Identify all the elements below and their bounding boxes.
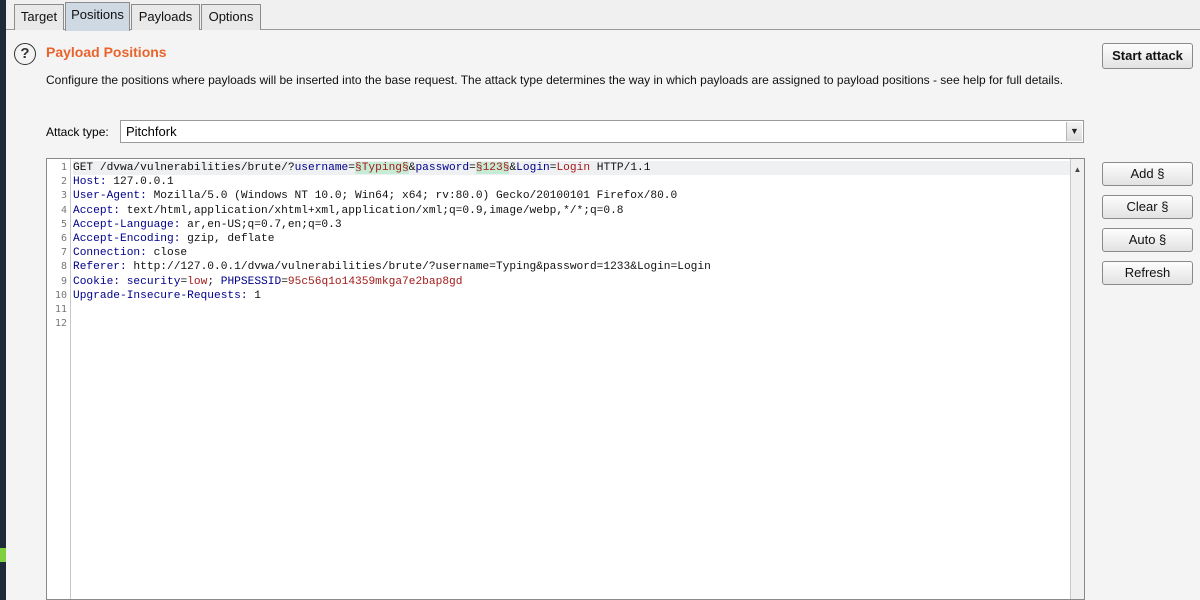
equals-sign: = [469, 162, 476, 174]
method-path: GET /dvwa/vulnerabilities/brute/? [73, 162, 295, 174]
positions-panel: ? Payload Positions Configure the positi… [6, 31, 1200, 600]
auto-markers-button[interactable]: Auto § [1102, 228, 1193, 252]
attack-type-select[interactable]: Pitchfork ▼ [120, 120, 1084, 143]
payload-marker-username[interactable]: §Typing§ [355, 162, 409, 174]
line-number: 3 [60, 190, 67, 202]
line-number: 5 [60, 218, 67, 230]
header-line-accept-encoding: Accept-Encoding: gzip, deflate [73, 232, 1070, 246]
dropdown-arrow-icon[interactable]: ▼ [1066, 122, 1082, 141]
header-value: gzip, deflate [180, 232, 275, 245]
cookie-value-security: low [187, 275, 208, 288]
section-description: Configure the positions where payloads w… [46, 73, 1064, 87]
line-number: 8 [60, 261, 67, 273]
header-key: Accept-Language: [73, 218, 181, 231]
line-number: 6 [60, 232, 67, 244]
refresh-button[interactable]: Refresh [1102, 261, 1193, 285]
line-number-gutter: 1 2 3 4 5 6 7 8 9 10 11 12 [47, 159, 71, 599]
tab-target[interactable]: Target [14, 4, 64, 30]
header-line-accept: Accept: text/html,application/xhtml+xml,… [73, 204, 1070, 218]
line-number: 9 [60, 275, 67, 287]
line-number: 10 [54, 289, 67, 301]
header-line-cookie: Cookie: security=low; PHPSESSID=95c56q1o… [73, 275, 1070, 289]
scroll-up-arrow-icon[interactable]: ▲ [1071, 165, 1084, 175]
line-number: 4 [60, 204, 67, 216]
cookie-name-security: security [120, 275, 181, 288]
header-line-upgrade-insecure-requests: Upgrade-Insecure-Requests: 1 [73, 289, 1070, 303]
request-text[interactable]: GET /dvwa/vulnerabilities/brute/?usernam… [73, 161, 1070, 331]
param-name-username: username [294, 162, 349, 174]
line-number: 11 [54, 303, 67, 315]
header-line-accept-language: Accept-Language: ar,en-US;q=0.7,en;q=0.3 [73, 218, 1070, 232]
empty-line [73, 303, 1070, 317]
empty-line [73, 317, 1070, 331]
attack-type-label: Attack type: [46, 125, 109, 139]
param-name-password: password [415, 162, 470, 174]
header-key: User-Agent: [73, 190, 147, 203]
add-marker-button[interactable]: Add § [1102, 162, 1193, 186]
vertical-scrollbar[interactable]: ▲ [1070, 159, 1084, 599]
header-value: Mozilla/5.0 (Windows NT 10.0; Win64; x64… [146, 190, 678, 203]
header-value: 127.0.0.1 [106, 176, 174, 189]
header-key: Host: [73, 176, 107, 189]
line-number: 7 [60, 247, 67, 259]
header-key: Connection: [73, 247, 147, 260]
section-title: Payload Positions [46, 44, 167, 60]
param-value-login: Login [556, 162, 591, 174]
header-line-connection: Connection: close [73, 246, 1070, 260]
request-editor[interactable]: 1 2 3 4 5 6 7 8 9 10 11 12 GET /dvwa/vul… [46, 158, 1085, 600]
line-number: 2 [60, 176, 67, 188]
line-number: 1 [60, 162, 67, 173]
header-key: Accept-Encoding: [73, 232, 181, 245]
request-line: GET /dvwa/vulnerabilities/brute/?usernam… [73, 161, 1070, 176]
header-key: Cookie: [73, 275, 120, 288]
start-attack-button[interactable]: Start attack [1102, 43, 1193, 69]
header-line-host: Host: 127.0.0.1 [73, 175, 1070, 189]
header-value: http://127.0.0.1/dvwa/vulnerabilities/br… [126, 261, 711, 274]
header-key: Accept: [73, 204, 120, 217]
header-line-user-agent: User-Agent: Mozilla/5.0 (Windows NT 10.0… [73, 189, 1070, 203]
header-value: text/html,application/xhtml+xml,applicat… [120, 204, 624, 217]
header-key: Referer: [73, 261, 127, 274]
cookie-separator: ; [207, 275, 221, 288]
tab-bar: Target Positions Payloads Options [6, 0, 1200, 31]
tab-positions[interactable]: Positions [65, 2, 130, 31]
tab-options[interactable]: Options [201, 4, 261, 30]
cookie-name-phpsessid: PHPSESSID [220, 275, 282, 288]
equals-sign: = [348, 162, 355, 174]
param-name-login: Login [516, 162, 550, 174]
payload-marker-password[interactable]: §123§ [475, 162, 510, 174]
header-value: 1 [247, 289, 261, 302]
help-icon[interactable]: ? [14, 43, 36, 65]
header-key: Upgrade-Insecure-Requests: [73, 289, 248, 302]
tab-payloads[interactable]: Payloads [131, 4, 200, 30]
line-number: 12 [54, 318, 67, 330]
equals-sign: = [281, 275, 288, 288]
header-value: close [146, 247, 188, 260]
attack-type-value: Pitchfork [126, 124, 177, 139]
header-line-referer: Referer: http://127.0.0.1/dvwa/vulnerabi… [73, 260, 1070, 274]
clear-markers-button[interactable]: Clear § [1102, 195, 1193, 219]
cookie-value-phpsessid: 95c56q1o14359mkga7e2bap8gd [287, 275, 463, 288]
header-value: ar,en-US;q=0.7,en;q=0.3 [180, 218, 342, 231]
http-protocol: HTTP/1.1 [590, 162, 651, 174]
